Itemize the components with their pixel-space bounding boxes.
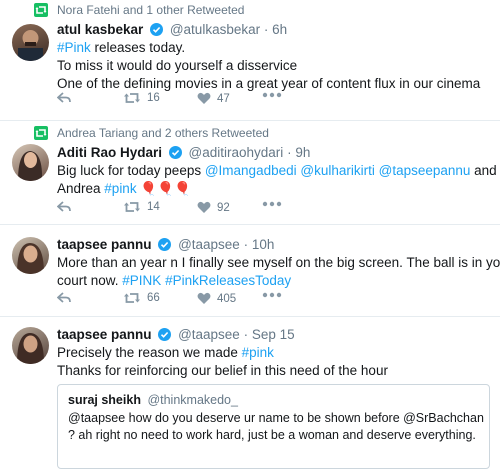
tweet[interactable]: taapsee pannu @taapsee · Sep 15 Precisel… — [0, 317, 500, 469]
retweet-count: 66 — [147, 292, 160, 304]
retweet-icon — [34, 126, 48, 140]
reply-icon — [57, 92, 71, 103]
author-handle[interactable]: @aditiraohydari — [189, 145, 284, 160]
more-button[interactable] — [262, 92, 282, 98]
author-name[interactable]: atul kasbekar — [57, 22, 143, 37]
like-button[interactable]: 405 — [197, 292, 236, 305]
tweet[interactable]: Andrea Tariang and 2 others Retweeted Ad… — [0, 121, 500, 225]
author-name[interactable]: taapsee pannu — [57, 237, 152, 252]
more-button[interactable] — [262, 292, 282, 298]
hashtag[interactable]: #pink — [104, 181, 136, 196]
tweet-text: Precisely the reason we made #pink Thank… — [57, 345, 388, 378]
quoted-author-name: suraj sheikh — [68, 393, 141, 407]
balloon-emoji: 🎈🎈🎈 — [140, 181, 191, 196]
author-handle[interactable]: @taapsee — [178, 327, 240, 342]
heart-icon — [197, 92, 211, 104]
like-button[interactable]: 92 — [197, 201, 230, 214]
avatar[interactable] — [12, 327, 49, 364]
retweet-button[interactable]: 14 — [123, 201, 160, 213]
reply-icon — [57, 292, 71, 303]
retweet-button[interactable]: 16 — [123, 92, 160, 104]
timestamp[interactable]: · 6h — [264, 22, 287, 37]
author-name[interactable]: Aditi Rao Hydari — [57, 145, 162, 160]
more-icon — [262, 292, 282, 298]
tweet-text: #Pink releases today. To miss it would d… — [57, 40, 481, 91]
quoted-tweet[interactable]: suraj sheikh @thinkmakedo_ @taapsee how … — [57, 384, 490, 469]
reply-button[interactable] — [57, 201, 71, 213]
tweet-feed: Nora Fatehi and 1 other Retweeted atul k… — [0, 0, 500, 469]
author-name[interactable]: taapsee pannu — [57, 327, 152, 342]
like-count: 92 — [217, 201, 230, 214]
more-icon — [262, 92, 282, 98]
hashtag[interactable]: #PinkReleasesToday — [165, 273, 291, 288]
author-handle[interactable]: @atulkasbekar — [170, 22, 260, 37]
timestamp[interactable]: · 10h — [244, 237, 275, 252]
quoted-author-handle: @thinkmakedo_ — [147, 393, 238, 407]
retweet-button[interactable]: 66 — [123, 292, 160, 304]
tweet-text: More than an year n I finally see myself… — [57, 255, 500, 288]
timestamp[interactable]: · Sep 15 — [244, 327, 295, 342]
tweet-actions: 16 47 — [57, 92, 282, 112]
tweet-actions: 66 405 — [57, 292, 282, 312]
more-button[interactable] — [262, 201, 282, 207]
retweet-icon — [124, 202, 140, 212]
tweet-actions: 14 92 — [57, 201, 282, 221]
avatar[interactable] — [12, 237, 49, 274]
retweet-icon — [124, 293, 140, 303]
reply-button[interactable] — [57, 92, 71, 104]
retweet-icon — [34, 3, 48, 17]
hashtag[interactable]: #pink — [242, 345, 274, 360]
mention[interactable]: @kulharikirti — [300, 163, 374, 178]
like-button[interactable]: 47 — [197, 92, 230, 105]
more-icon — [262, 201, 282, 207]
timestamp[interactable]: · 9h — [287, 145, 310, 160]
avatar[interactable] — [12, 144, 49, 181]
hashtag[interactable]: #PINK — [122, 273, 161, 288]
avatar[interactable] — [12, 24, 49, 61]
tweet[interactable]: Nora Fatehi and 1 other Retweeted atul k… — [0, 0, 500, 121]
tweet[interactable]: taapsee pannu @taapsee · 10h More than a… — [0, 225, 500, 317]
retweet-context[interactable]: Andrea Tariang and 2 others Retweeted — [57, 126, 269, 140]
retweet-context[interactable]: Nora Fatehi and 1 other Retweeted — [57, 3, 244, 17]
tweet-text: Big luck for today peeps @Imangadbedi @k… — [57, 163, 497, 196]
retweet-count: 14 — [147, 201, 160, 213]
quoted-tweet-text: @taapsee how do you deserve ur name to b… — [68, 411, 484, 442]
like-count: 47 — [217, 92, 230, 105]
retweet-icon — [124, 93, 140, 103]
heart-icon — [197, 201, 211, 213]
like-count: 405 — [217, 292, 237, 305]
heart-icon — [197, 292, 211, 304]
retweet-count: 16 — [147, 92, 160, 104]
mention[interactable]: @tapseepannu — [379, 163, 471, 178]
reply-button[interactable] — [57, 292, 71, 304]
hashtag[interactable]: #Pink — [57, 40, 91, 55]
mention[interactable]: @Imangadbedi — [205, 163, 297, 178]
reply-icon — [57, 201, 71, 212]
author-handle[interactable]: @taapsee — [178, 237, 240, 252]
